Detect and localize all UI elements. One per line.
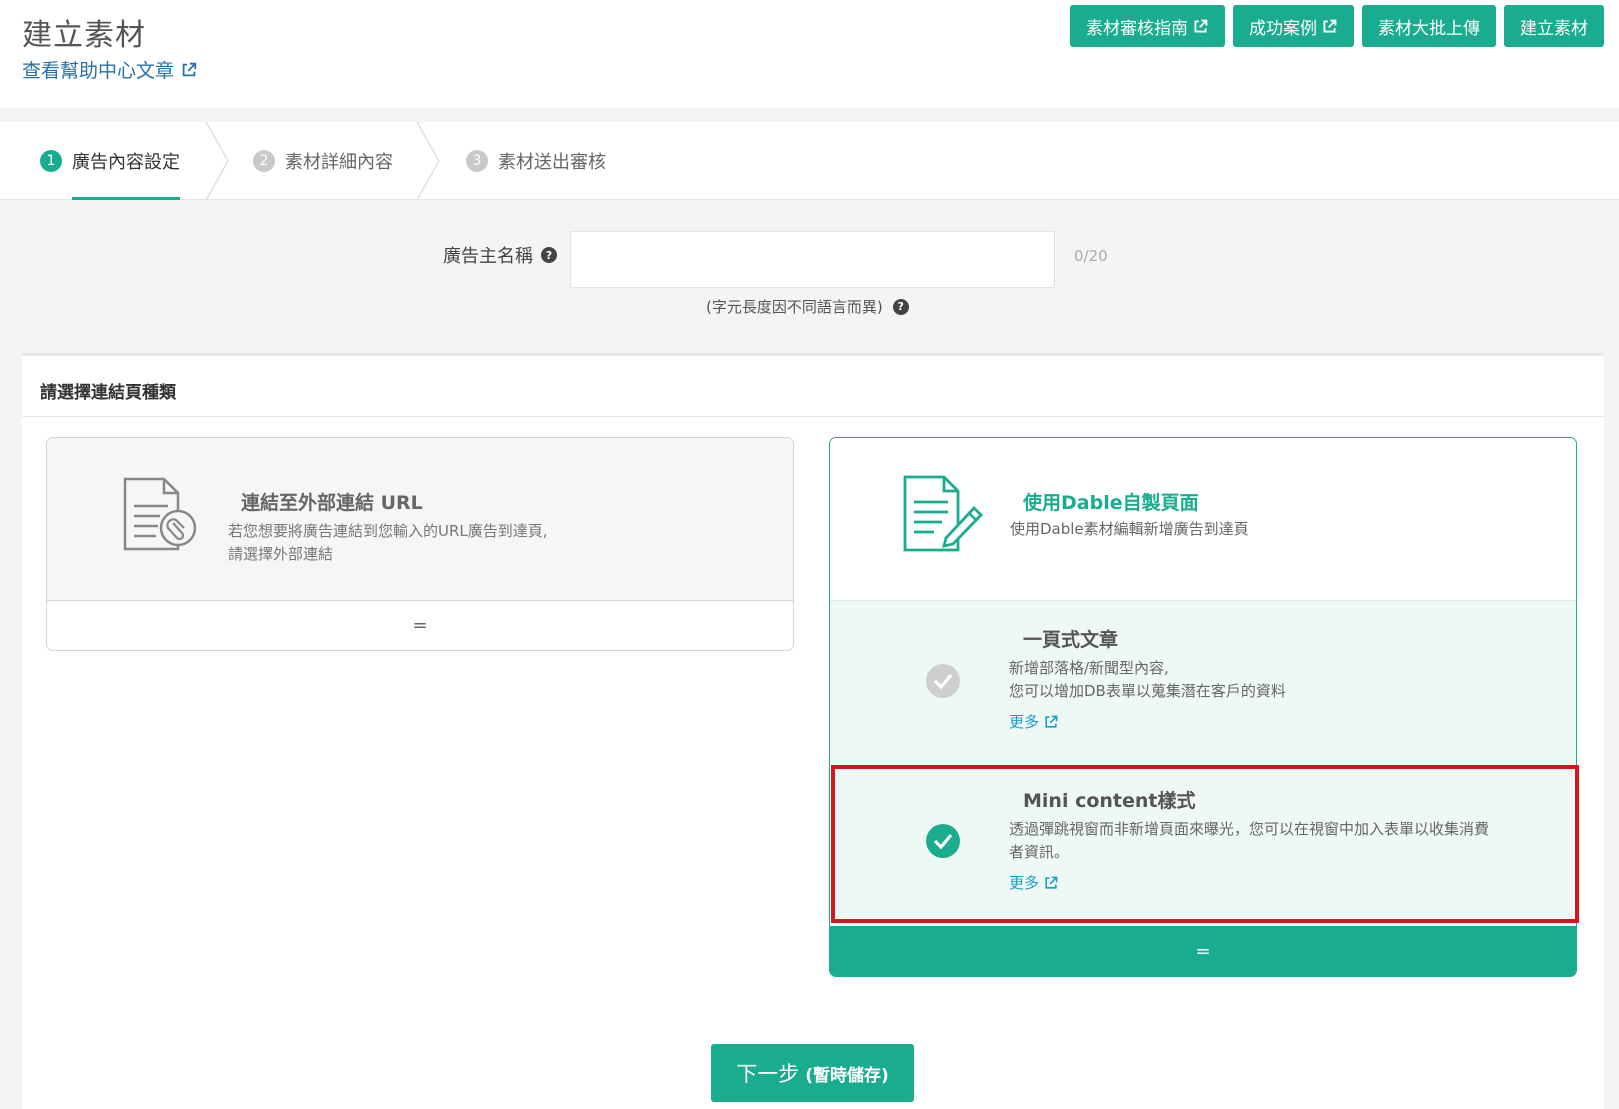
dable-page-card-body[interactable]: 使用Dable自製頁面 使用Dable素材編輯新增廣告到達頁 xyxy=(830,438,1576,600)
header-button-group: 素材審核指南 成功案例 素材大批上傳 建立素材 xyxy=(1070,5,1604,47)
external-url-desc-line: 若您想要將廣告連結到您輸入的URL廣告到達頁, xyxy=(228,522,548,540)
option-one-more-link[interactable]: 更多 xyxy=(1009,711,1059,732)
external-link-icon xyxy=(1194,19,1208,33)
external-url-title: 連結至外部連結 URL xyxy=(241,492,423,514)
bulk-upload-button[interactable]: 素材大批上傳 xyxy=(1362,5,1496,47)
step-2-number: 2 xyxy=(253,150,275,172)
advertiser-name-label: 廣告主名稱 xyxy=(443,246,533,267)
panel-divider xyxy=(22,416,1604,417)
option-one-page-article[interactable]: 一頁式文章 新增部落格/新聞型內容, 您可以增加DB表單以蒐集潛在客戶的資料 更… xyxy=(830,600,1576,762)
help-question-icon[interactable]: ? xyxy=(892,298,909,315)
step-3-label: 素材送出審核 xyxy=(498,152,606,173)
unselected-check-icon[interactable] xyxy=(926,664,960,698)
option-mini-more-link[interactable]: 更多 xyxy=(1009,872,1059,893)
document-edit-icon xyxy=(903,475,983,552)
external-url-card[interactable]: 連結至外部連結 URL 若您想要將廣告連結到您輸入的URL廣告到達頁, 請選擇外… xyxy=(46,437,794,651)
dable-page-card[interactable]: 使用Dable自製頁面 使用Dable素材編輯新增廣告到達頁 一頁式文章 新增部… xyxy=(829,437,1577,977)
document-link-icon xyxy=(123,477,197,551)
create-material-button[interactable]: 建立素材 xyxy=(1504,5,1604,47)
external-url-card-footer[interactable]: = xyxy=(47,600,793,650)
option-one-desc: 新增部落格/新聞型內容, 您可以增加DB表單以蒐集潛在客戶的資料 xyxy=(1009,657,1286,703)
page-header: 建立素材 查看幫助中心文章 素材審核指南 成功案例 素材大批上傳 建立素材 xyxy=(0,0,1619,108)
step-3-number: 3 xyxy=(466,150,488,172)
option-one-desc-line: 您可以增加DB表單以蒐集潛在客戶的資料 xyxy=(1009,682,1286,700)
external-link-icon xyxy=(1045,876,1058,889)
step-1-label: 廣告內容設定 xyxy=(72,152,180,173)
create-material-label: 建立素材 xyxy=(1520,18,1588,39)
dable-page-desc: 使用Dable素材編輯新增廣告到達頁 xyxy=(1010,520,1249,538)
advertiser-hint-text: (字元長度因不同語言而異) xyxy=(706,298,883,316)
success-cases-label: 成功案例 xyxy=(1249,18,1317,39)
external-link-icon xyxy=(1045,715,1058,728)
next-step-sublabel: (暫時儲存) xyxy=(805,1065,889,1086)
advertiser-name-label-group: 廣告主名稱 ? xyxy=(443,242,557,268)
step-2-label: 素材詳細內容 xyxy=(285,152,393,173)
option-mini-desc-line: 透過彈跳視窗而非新增頁面來曝光，您可以在視窗中加入表單以收集消費 xyxy=(1009,820,1490,838)
panel-title: 請選擇連結頁種類 xyxy=(40,383,176,403)
option-mini-title: Mini content樣式 xyxy=(1023,790,1196,812)
next-step-button[interactable]: 下一步 (暫時儲存) xyxy=(711,1044,914,1102)
landing-page-type-panel: 請選擇連結頁種類 連結至外部連結 URL 若您想要將廣告連結到您輸入的URL廣告… xyxy=(22,353,1604,1109)
external-link-icon xyxy=(182,62,197,76)
more-link-label: 更多 xyxy=(1009,713,1040,731)
review-guide-button[interactable]: 素材審核指南 xyxy=(1070,5,1225,47)
external-url-desc: 若您想要將廣告連結到您輸入的URL廣告到達頁, 請選擇外部連結 xyxy=(228,520,548,566)
option-one-desc-line: 新增部落格/新聞型內容, xyxy=(1009,659,1169,677)
option-mini-content[interactable]: Mini content樣式 透過彈跳視窗而非新增頁面來曝光，您可以在視窗中加入… xyxy=(830,762,1576,920)
help-link-label: 查看幫助中心文章 xyxy=(22,60,175,82)
help-center-link[interactable]: 查看幫助中心文章 xyxy=(22,56,198,83)
advertiser-name-hint: (字元長度因不同語言而異) ? xyxy=(706,296,909,317)
review-guide-label: 素材審核指南 xyxy=(1086,18,1188,39)
advertiser-name-counter: 0/20 xyxy=(1074,247,1108,265)
external-url-card-body[interactable]: 連結至外部連結 URL 若您想要將廣告連結到您輸入的URL廣告到達頁, 請選擇外… xyxy=(47,438,793,600)
success-cases-button[interactable]: 成功案例 xyxy=(1233,5,1354,47)
step-2[interactable]: 2 素材詳細內容 xyxy=(253,122,393,200)
bulk-upload-label: 素材大批上傳 xyxy=(1378,18,1480,39)
external-link-icon xyxy=(1323,19,1337,33)
option-mini-desc: 透過彈跳視窗而非新增頁面來曝光，您可以在視窗中加入表單以收集消費 者資訊。 xyxy=(1009,818,1489,864)
step-1[interactable]: 1 廣告內容設定 xyxy=(40,122,180,200)
option-mini-desc-line: 者資訊。 xyxy=(1009,843,1070,861)
option-one-title: 一頁式文章 xyxy=(1023,629,1119,651)
help-question-icon[interactable]: ? xyxy=(541,247,557,263)
step-progress-bar: 1 廣告內容設定 2 素材詳細內容 3 素材送出審核 xyxy=(0,122,1619,200)
advertiser-name-input[interactable] xyxy=(570,231,1055,288)
more-link-label: 更多 xyxy=(1009,874,1040,892)
dable-page-card-footer[interactable]: = xyxy=(830,926,1576,976)
next-step-label: 下一步 xyxy=(736,1062,800,1086)
page-title: 建立素材 xyxy=(22,18,146,53)
step-separator-icon xyxy=(205,122,229,200)
step-1-number: 1 xyxy=(40,150,62,172)
dable-page-title: 使用Dable自製頁面 xyxy=(1023,492,1199,514)
step-separator-icon xyxy=(416,122,440,200)
step-3[interactable]: 3 素材送出審核 xyxy=(466,122,606,200)
external-url-desc-line: 請選擇外部連結 xyxy=(228,545,334,563)
selected-check-icon[interactable] xyxy=(926,824,960,858)
